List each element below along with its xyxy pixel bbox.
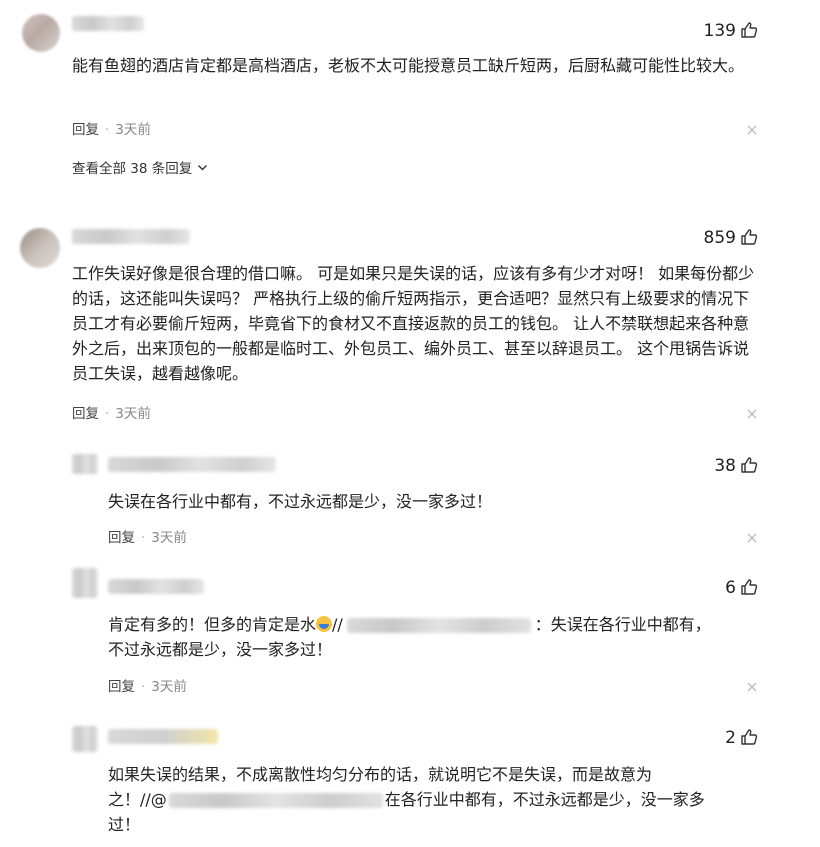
reply-text-part: 之！//@ bbox=[108, 790, 167, 809]
mention-redacted[interactable] bbox=[346, 618, 531, 633]
view-all-label: 查看全部 38 条回复 bbox=[72, 161, 193, 177]
username-redacted[interactable] bbox=[108, 579, 204, 594]
username-redacted[interactable] bbox=[108, 729, 218, 744]
reply-text-part: // bbox=[332, 615, 343, 634]
mention-redacted[interactable] bbox=[168, 793, 383, 808]
close-icon[interactable] bbox=[746, 681, 758, 693]
reply-link[interactable]: 回复 bbox=[108, 530, 135, 546]
thumbs-up-icon[interactable] bbox=[740, 21, 758, 39]
close-icon[interactable] bbox=[746, 124, 758, 136]
comment-text: 能有鱼翅的酒店肯定都是高档酒店，老板不太可能授意员工缺斤短两，后厨私藏可能性比较… bbox=[72, 56, 745, 75]
like-count: 38 bbox=[714, 456, 736, 476]
avatar-redacted[interactable] bbox=[72, 568, 98, 598]
timestamp: 3天前 bbox=[115, 406, 151, 422]
reply-meta: 回复 · 3天前 bbox=[108, 529, 187, 547]
comment-meta: 回复 · 3天前 bbox=[72, 405, 151, 423]
separator: · bbox=[141, 679, 146, 695]
like-count: 859 bbox=[703, 228, 736, 248]
thumbs-up-icon[interactable] bbox=[740, 228, 758, 246]
reply-link[interactable]: 回复 bbox=[72, 122, 99, 138]
separator: · bbox=[141, 530, 146, 546]
comment-meta: 回复 · 3天前 bbox=[72, 121, 151, 139]
reply-text-part: 在各行业中都有，不过永远都是少，没一家多 bbox=[384, 790, 705, 809]
chevron-down-icon bbox=[197, 165, 207, 171]
like-count: 2 bbox=[725, 728, 736, 748]
reply-text: 失误在各行业中都有，不过永远都是少，没一家多过！ bbox=[108, 492, 493, 511]
thumbs-up-icon[interactable] bbox=[740, 578, 758, 596]
reply-text-part: 如果失误的结果，不成离散性均匀分布的话，就说明它不是失误，而是故意为 bbox=[108, 765, 653, 784]
thumbs-up-icon[interactable] bbox=[740, 728, 758, 746]
reply-link[interactable]: 回复 bbox=[72, 406, 99, 422]
close-icon[interactable] bbox=[746, 532, 758, 544]
comment-text: 工作失误好像是很合理的借口嘛。 可是如果只是失误的话，应该有多有少才对呀！ 如果… bbox=[72, 264, 755, 383]
view-all-replies-link[interactable]: 查看全部 38 条回复 bbox=[72, 160, 208, 178]
username-redacted[interactable] bbox=[72, 229, 190, 244]
reply-link[interactable]: 回复 bbox=[108, 679, 135, 695]
reply-text-part: 过！ bbox=[108, 815, 141, 834]
username-redacted[interactable] bbox=[108, 457, 276, 472]
reply-text: 如果失误的结果，不成离散性均匀分布的话，就说明它不是失误，而是故意为 之！//@… bbox=[108, 762, 768, 837]
reply-text-part: 不过永远都是少，没一家多过！ bbox=[108, 640, 333, 659]
like-count: 139 bbox=[703, 21, 736, 41]
reply-text-part: ：失误在各行业中都有， bbox=[534, 615, 711, 634]
avatar[interactable] bbox=[20, 228, 60, 268]
separator: · bbox=[105, 406, 110, 422]
timestamp: 3天前 bbox=[115, 122, 151, 138]
reply-meta: 回复 · 3天前 bbox=[108, 678, 187, 696]
thumbs-up-icon[interactable] bbox=[740, 456, 758, 474]
avatar[interactable] bbox=[22, 14, 60, 52]
timestamp: 3天前 bbox=[151, 679, 187, 695]
username-redacted[interactable] bbox=[72, 16, 144, 31]
avatar-redacted[interactable] bbox=[72, 454, 98, 474]
separator: · bbox=[105, 122, 110, 138]
like-count: 6 bbox=[725, 578, 736, 598]
avatar-redacted[interactable] bbox=[72, 726, 98, 752]
reply-text-part: 肯定有多的！但多的肯定是水 bbox=[108, 615, 317, 634]
reply-text: 肯定有多的！但多的肯定是水 // ：失误在各行业中都有， 不过永远都是少，没一家多过… bbox=[108, 612, 768, 662]
close-icon[interactable] bbox=[746, 408, 758, 420]
crying-emoji-icon bbox=[316, 616, 333, 632]
timestamp: 3天前 bbox=[151, 530, 187, 546]
